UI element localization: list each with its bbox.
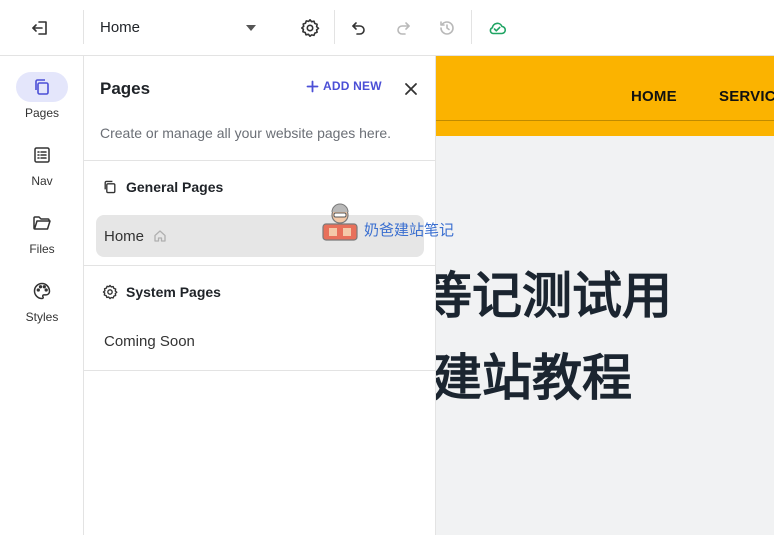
site-nav-home[interactable]: HOME — [631, 88, 677, 105]
watermark-text: 奶爸建站笔记 — [364, 222, 455, 239]
add-new-button[interactable]: ADD NEW — [306, 79, 382, 93]
site-header: HOME SERVICE — [436, 56, 774, 136]
divider — [84, 265, 436, 266]
page-row-label: Home — [104, 227, 145, 245]
gear-icon[interactable] — [296, 14, 324, 42]
panel-title: Pages — [100, 79, 151, 98]
panel-description: Create or manage all your website pages … — [100, 125, 392, 141]
divider — [84, 160, 436, 161]
watermark: 奶爸建站笔记 — [320, 202, 454, 242]
rail-label-files: Files — [29, 242, 55, 256]
system-pages-heading: System Pages — [102, 284, 221, 300]
page-select[interactable]: Home — [90, 12, 266, 42]
system-pages-label: System Pages — [126, 284, 221, 300]
pages-icon — [16, 72, 68, 102]
rail-label-styles: Styles — [25, 310, 59, 324]
toolbar-divider — [83, 10, 84, 44]
toolbar-divider — [334, 10, 335, 44]
page-select-value: Home — [100, 18, 141, 36]
pages-icon — [104, 180, 116, 194]
home-icon — [153, 229, 167, 243]
rail-label-pages: Pages — [24, 106, 60, 120]
rail-item-nav[interactable]: Nav — [0, 140, 84, 188]
hero-heading-line1: 等记测试用 — [436, 268, 672, 324]
caret-down-icon — [246, 25, 256, 31]
history-icon[interactable] — [433, 14, 461, 42]
folder-icon — [16, 208, 68, 238]
top-toolbar: Home — [0, 0, 774, 56]
header-rule — [436, 120, 774, 121]
divider — [84, 370, 436, 371]
palette-icon — [16, 276, 68, 306]
general-pages-heading: General Pages — [102, 179, 223, 195]
rail-item-files[interactable]: Files — [0, 208, 84, 256]
rail-item-pages[interactable]: Pages — [0, 72, 84, 120]
watermark-avatar-icon — [322, 203, 358, 241]
close-icon[interactable] — [402, 80, 420, 98]
page-row-label: Coming Soon — [104, 332, 195, 350]
nav-list-icon — [16, 140, 68, 170]
exit-icon[interactable] — [26, 14, 54, 42]
add-new-label: ADD NEW — [323, 79, 382, 93]
undo-icon[interactable] — [345, 14, 373, 42]
pages-panel: Pages ADD NEW Create or manage all your … — [84, 56, 436, 535]
general-pages-label: General Pages — [126, 179, 224, 195]
rail-label-nav: Nav — [31, 174, 53, 188]
site-preview[interactable]: HOME SERVICE 等记测试用 建站教程 — [436, 56, 774, 535]
plus-icon — [306, 80, 319, 92]
cloud-check-icon[interactable] — [483, 14, 511, 42]
hero-heading-line2: 建站教程 — [436, 350, 632, 406]
redo-icon[interactable] — [389, 14, 417, 42]
gear-icon — [102, 284, 118, 300]
rail-item-styles[interactable]: Styles — [0, 276, 84, 324]
site-nav-service[interactable]: SERVICE — [719, 88, 774, 105]
page-row-coming-soon[interactable]: Coming Soon — [96, 320, 424, 362]
toolbar-divider — [471, 10, 472, 44]
left-rail: Pages Nav Files Styles — [0, 56, 84, 535]
